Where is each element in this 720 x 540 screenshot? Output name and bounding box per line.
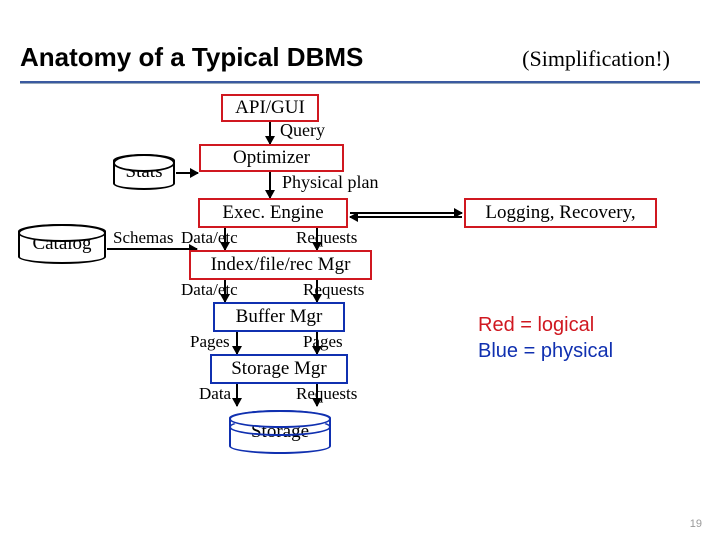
data-etc-2-label: Data/etc <box>181 280 238 300</box>
legend-red: Red = logical <box>478 312 613 338</box>
legend-blue: Blue = physical <box>478 338 613 364</box>
data-label: Data <box>199 384 231 404</box>
page-number: 19 <box>690 518 702 530</box>
title-underline <box>20 81 700 83</box>
storage-mgr-box: Storage Mgr <box>210 354 348 384</box>
arrow-storage-down-left <box>236 384 238 406</box>
optimizer-box: Optimizer <box>199 144 344 172</box>
logging-recovery-box: Logging, Recovery, <box>464 198 657 228</box>
requests-3-label: Requests <box>296 384 357 404</box>
pages-2-label: Pages <box>303 332 343 352</box>
catalog-cylinder: Catalog <box>18 224 106 264</box>
arrow-optimizer-to-exec <box>269 172 271 198</box>
schemas-label: Schemas <box>113 228 173 248</box>
arrow-api-to-optimizer <box>269 122 271 144</box>
requests-2-label: Requests <box>303 280 364 300</box>
arrow-buffer-down-left <box>236 332 238 354</box>
arrow-stats-to-optimizer <box>176 172 198 174</box>
physical-plan-label: Physical plan <box>282 172 379 193</box>
dbms-diagram: API/GUI Query Optimizer Stats Physical p… <box>0 86 720 506</box>
stats-cylinder: Stats <box>113 154 175 190</box>
arrow-exec-to-logging <box>350 212 462 214</box>
buffer-mgr-box: Buffer Mgr <box>213 302 345 332</box>
query-label: Query <box>280 120 325 141</box>
pages-1-label: Pages <box>190 332 230 352</box>
requests-1-label: Requests <box>296 228 357 248</box>
legend: Red = logical Blue = physical <box>478 312 613 364</box>
storage-cylinder: Storage <box>229 410 331 454</box>
page-title: Anatomy of a Typical DBMS <box>20 42 363 73</box>
api-gui-box: API/GUI <box>221 94 319 122</box>
index-mgr-box: Index/file/rec Mgr <box>189 250 372 280</box>
subtitle: (Simplification!) <box>522 46 670 72</box>
exec-engine-box: Exec. Engine <box>198 198 348 228</box>
data-etc-1-label: Data/etc <box>181 228 238 248</box>
arrow-logging-to-exec <box>350 216 462 218</box>
arrow-catalog-to-exec <box>107 248 197 250</box>
